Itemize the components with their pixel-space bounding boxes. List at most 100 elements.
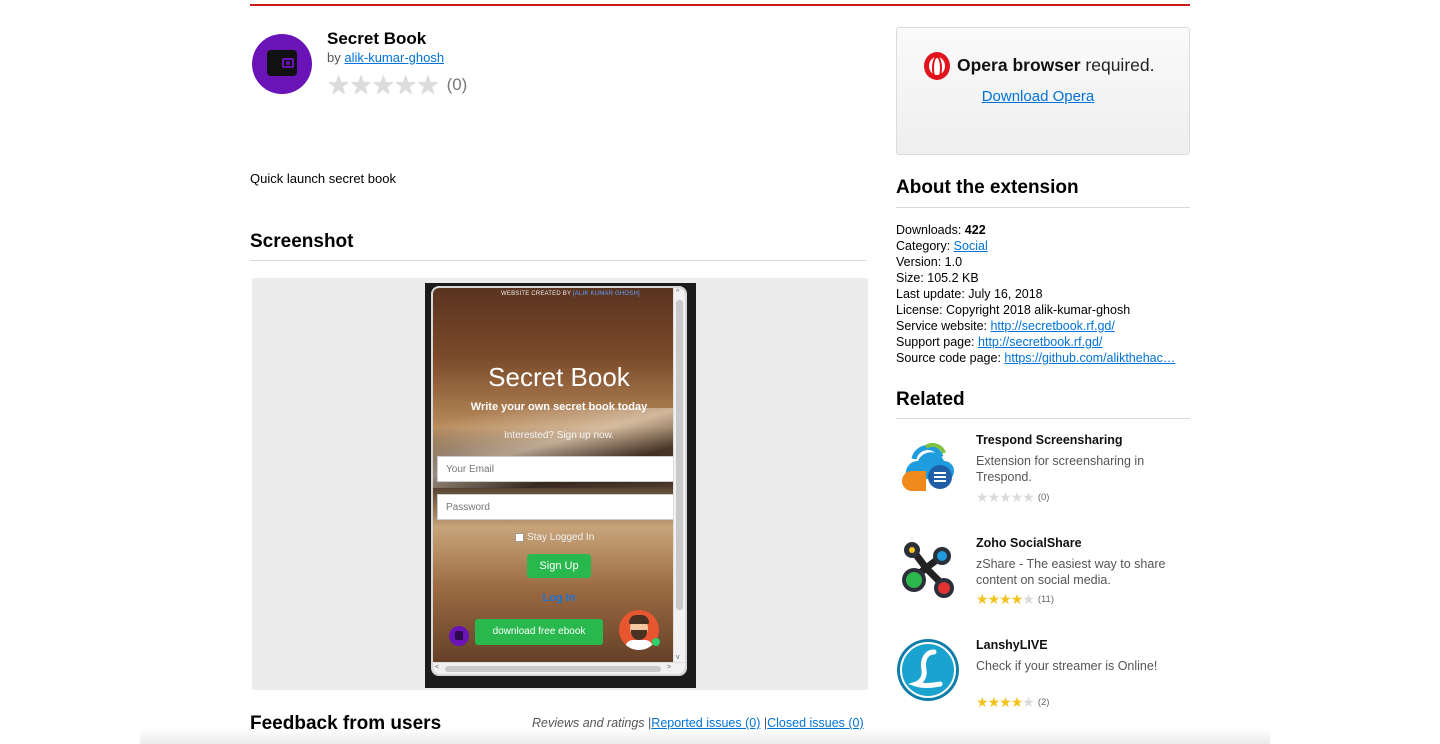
by-label: by bbox=[327, 50, 341, 65]
star-icon: ★ bbox=[999, 489, 1012, 505]
credit-text: WEBSITE CREATED BY [ALIK KUMAR GHOSH] bbox=[501, 291, 640, 297]
popup-email-field: Your Email bbox=[437, 456, 675, 482]
top-accent-line bbox=[250, 4, 1190, 6]
star-icon[interactable]: ★ bbox=[394, 72, 417, 98]
star-icon: ★ bbox=[999, 694, 1012, 710]
support-page-link[interactable]: http://secretbook.rf.gd/ bbox=[978, 335, 1102, 349]
extension-summary: Quick launch secret book bbox=[250, 171, 396, 186]
related-item[interactable]: Trespond Screensharing Extension for scr… bbox=[896, 433, 1190, 513]
extension-title: Secret Book bbox=[327, 29, 427, 48]
star-icon[interactable]: ★ bbox=[372, 72, 395, 98]
related-heading: Related bbox=[896, 389, 965, 410]
download-opera-link[interactable]: Download Opera bbox=[982, 88, 1095, 105]
share-nodes-icon[interactable] bbox=[896, 536, 960, 600]
scroll-right-icon: > bbox=[666, 664, 671, 671]
related-description: zShare - The easiest way to share conten… bbox=[976, 557, 1166, 587]
star-icon[interactable]: ★ bbox=[416, 72, 439, 98]
support-page-row: Support page: http://secretbook.rf.gd/ bbox=[896, 334, 1190, 350]
star-icon: ★ bbox=[999, 591, 1012, 607]
popup-vertical-scrollbar: ^ v bbox=[673, 288, 685, 662]
star-icon: ★ bbox=[1022, 489, 1035, 505]
divider bbox=[896, 207, 1190, 208]
related-rating: ★ ★ ★ ★ ★ (0) bbox=[976, 490, 1049, 504]
star-icon[interactable]: ★ bbox=[327, 72, 350, 98]
checkbox-icon bbox=[515, 533, 524, 542]
category-label: Category: bbox=[896, 239, 954, 253]
support-label: Support page: bbox=[896, 335, 979, 349]
popup-download-button: download free ebook bbox=[475, 619, 603, 645]
credit-prefix: WEBSITE CREATED BY bbox=[501, 291, 573, 297]
service-label: Service website: bbox=[896, 319, 991, 333]
star-icon: ★ bbox=[987, 694, 1001, 710]
source-label: Source code page: bbox=[896, 351, 1005, 365]
related-item[interactable]: Zoho SocialShare zShare - The easiest wa… bbox=[896, 536, 1190, 616]
category-link[interactable]: Social bbox=[954, 239, 988, 253]
author-link[interactable]: alik-kumar-ghosh bbox=[344, 50, 444, 65]
screenshot-heading: Screenshot bbox=[250, 231, 354, 252]
star-icon: ★ bbox=[976, 591, 989, 607]
purple-logo-icon bbox=[449, 626, 469, 646]
credit-name: [ALIK KUMAR GHOSH] bbox=[572, 291, 640, 297]
related-rating: ★ ★ ★ ★ ★ (2) bbox=[976, 695, 1049, 709]
related-description: Extension for screensharing in Trespond. bbox=[976, 454, 1145, 484]
service-website-row: Service website: http://secretbook.rf.gd… bbox=[896, 318, 1190, 334]
popup-signup-button: Sign Up bbox=[527, 554, 591, 578]
related-rating-count: (2) bbox=[1037, 696, 1050, 708]
related-rating-count: (0) bbox=[1037, 491, 1050, 503]
opera-logo-icon bbox=[924, 52, 950, 80]
related-rating: ★ ★ ★ ★ ★ (11) bbox=[976, 592, 1054, 606]
service-website-link[interactable]: http://secretbook.rf.gd/ bbox=[990, 319, 1114, 333]
star-icon: ★ bbox=[987, 489, 1001, 505]
star-icon[interactable]: ★ bbox=[349, 72, 372, 98]
related-description: Check if your streamer is Online! bbox=[976, 659, 1158, 673]
related-name[interactable]: Trespond Screensharing bbox=[976, 433, 1123, 447]
star-icon: ★ bbox=[1022, 694, 1035, 710]
opera-brand: Opera browser bbox=[957, 55, 1081, 75]
size-row: Size: 105.2 KB bbox=[896, 271, 979, 285]
opera-required: required. bbox=[1085, 55, 1155, 75]
version-row: Version: 1.0 bbox=[896, 255, 963, 269]
related-rating-count: (11) bbox=[1037, 593, 1055, 605]
license-row: License: Copyright 2018 alik-kumar-ghosh bbox=[896, 303, 1131, 317]
star-icon: ★ bbox=[1022, 591, 1035, 607]
popup-login-link: Log In bbox=[542, 592, 576, 604]
divider bbox=[250, 260, 866, 261]
popup-subtitle: Write your own secret book today bbox=[470, 401, 648, 413]
letter-l-icon[interactable] bbox=[896, 638, 960, 702]
downloads-row: Downloads: 422 bbox=[896, 222, 1190, 238]
last-update-row: Last update: July 16, 2018 bbox=[896, 287, 1043, 301]
popup-stay-logged: Stay Logged In bbox=[515, 532, 594, 543]
downloads-value: 422 bbox=[964, 223, 986, 237]
screenshot-image[interactable]: WEBSITE CREATED BY [ALIK KUMAR GHOSH] Se… bbox=[431, 286, 687, 676]
scroll-up-icon: ^ bbox=[676, 289, 680, 296]
popup-interest-text: Interested? Sign up now. bbox=[503, 430, 615, 441]
cloud-screenshare-icon[interactable] bbox=[896, 433, 960, 497]
related-name[interactable]: LanshyLIVE bbox=[976, 638, 1048, 652]
opera-required-text: Opera browser required. bbox=[957, 55, 1154, 76]
star-icon: ★ bbox=[976, 694, 989, 710]
downloads-label: Downloads: bbox=[896, 223, 965, 237]
popup-horizontal-scrollbar: < > bbox=[433, 662, 685, 674]
related-name[interactable]: Zoho SocialShare bbox=[976, 536, 1082, 550]
extension-author-line: by alik-kumar-ghosh bbox=[327, 50, 444, 65]
source-code-row: Source code page: https://github.com/ali… bbox=[896, 350, 1190, 366]
divider bbox=[896, 418, 1190, 419]
online-dot-icon bbox=[652, 638, 660, 646]
category-row: Category: Social bbox=[896, 238, 1190, 254]
star-icon: ★ bbox=[1010, 591, 1024, 607]
rating-count: (0) bbox=[446, 75, 468, 94]
star-icon: ★ bbox=[1010, 489, 1024, 505]
bottom-fade bbox=[140, 728, 1270, 744]
stay-logged-label: Stay Logged In bbox=[527, 532, 595, 543]
source-code-link[interactable]: https://github.com/alikthehac… bbox=[1004, 351, 1175, 365]
star-icon: ★ bbox=[1010, 694, 1024, 710]
about-info: Downloads: 422 Category: Social Version:… bbox=[896, 222, 1190, 366]
download-opera-row: Download Opera bbox=[896, 88, 1180, 105]
popup-title: Secret Book bbox=[488, 362, 630, 392]
rating-stars[interactable]: ★ ★ ★ ★ ★ (0) bbox=[327, 72, 467, 98]
popup-password-field: Password bbox=[437, 494, 675, 520]
scroll-left-icon: < bbox=[435, 664, 440, 671]
star-icon: ★ bbox=[976, 489, 989, 505]
about-heading: About the extension bbox=[896, 177, 1079, 198]
related-item[interactable]: LanshyLIVE Check if your streamer is Onl… bbox=[896, 638, 1190, 718]
